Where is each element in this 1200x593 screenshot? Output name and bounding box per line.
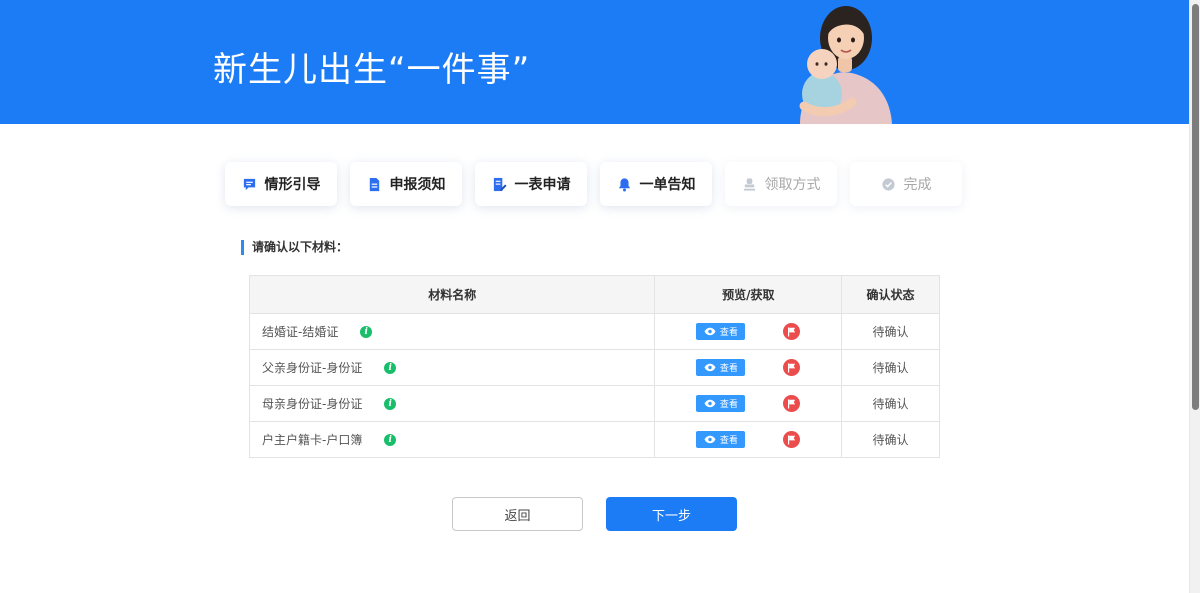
- flag-icon: [788, 435, 796, 444]
- status-cell: 待确认: [841, 421, 940, 458]
- eye-icon: [704, 435, 716, 444]
- material-name: 父亲身份证-身份证: [262, 361, 363, 375]
- view-button[interactable]: 查看: [696, 395, 746, 412]
- document-icon: [369, 177, 379, 191]
- view-label: 查看: [719, 400, 738, 410]
- info-icon[interactable]: i: [384, 397, 397, 410]
- edit-form-icon: [493, 177, 507, 191]
- check-circle-icon: [881, 177, 895, 191]
- table-row: 结婚证-结婚证 i 查看 待确认: [248, 313, 940, 350]
- preview-cell: 查看: [654, 349, 843, 386]
- status-cell: 待确认: [841, 385, 940, 422]
- preview-cell: 查看: [654, 421, 843, 458]
- table-row: 户主户籍卡-户口簿 i 查看 待确认: [248, 421, 940, 458]
- step-label: 领取方式: [764, 177, 821, 193]
- back-button[interactable]: 返回: [452, 497, 583, 531]
- stamp-icon: [743, 177, 755, 191]
- step-pickup-method[interactable]: 领取方式: [725, 162, 837, 206]
- view-button[interactable]: 查看: [696, 323, 746, 340]
- flag-button[interactable]: [783, 395, 801, 412]
- step-scenario-guide[interactable]: 情形引导: [225, 162, 337, 206]
- step-declaration-notice[interactable]: 申报须知: [350, 162, 462, 206]
- step-label: 一单告知: [639, 177, 696, 193]
- view-button[interactable]: 查看: [696, 431, 746, 448]
- step-label: 一表申请: [514, 177, 571, 193]
- table-row: 母亲身份证-身份证 i 查看 待确认: [248, 385, 940, 422]
- view-label: 查看: [719, 328, 738, 338]
- material-name: 户主户籍卡-户口簿: [262, 433, 363, 447]
- materials-table: 材料名称 预览/获取 确认状态 结婚证-结婚证 i 查看 待确认 父亲身份证-身…: [248, 275, 940, 458]
- step-label: 申报须知: [389, 177, 446, 193]
- info-icon[interactable]: i: [384, 361, 397, 374]
- chat-icon: [243, 178, 255, 190]
- status-cell: 待确认: [841, 313, 940, 350]
- page: 新生儿出生“一件事” 情形引导 申报须知 一表申请 一单告知 领取方式 完成 请…: [0, 0, 1200, 593]
- flag-icon: [788, 399, 796, 408]
- eye-icon: [704, 327, 716, 336]
- material-name-cell: 父亲身份证-身份证 i: [248, 349, 656, 386]
- flag-button[interactable]: [783, 323, 801, 340]
- eye-icon: [704, 399, 716, 408]
- header-status: 确认状态: [841, 275, 940, 314]
- flag-button[interactable]: [783, 431, 801, 448]
- section-title: 请确认以下材料：: [241, 240, 348, 255]
- info-icon[interactable]: i: [360, 325, 373, 338]
- step-form-application[interactable]: 一表申请: [475, 162, 587, 206]
- view-label: 查看: [719, 436, 738, 446]
- flag-button[interactable]: [783, 359, 801, 376]
- scrollbar-thumb[interactable]: [1192, 4, 1199, 410]
- material-name-cell: 母亲身份证-身份证 i: [248, 385, 656, 422]
- header-banner: 新生儿出生“一件事”: [0, 0, 1189, 124]
- step-complete[interactable]: 完成: [850, 162, 962, 206]
- table-header-row: 材料名称 预览/获取 确认状态: [248, 275, 940, 314]
- header-material-name: 材料名称: [248, 275, 656, 314]
- step-navigation: 情形引导 申报须知 一表申请 一单告知 领取方式 完成: [225, 162, 965, 206]
- step-notification[interactable]: 一单告知: [600, 162, 712, 206]
- view-label: 查看: [719, 364, 738, 374]
- material-name: 结婚证-结婚证: [262, 325, 339, 339]
- page-scrollbar[interactable]: [1189, 0, 1200, 593]
- view-button[interactable]: 查看: [696, 359, 746, 376]
- material-name-cell: 户主户籍卡-户口簿 i: [248, 421, 656, 458]
- info-icon[interactable]: i: [384, 433, 397, 446]
- step-label: 完成: [903, 177, 932, 193]
- bell-icon: [618, 177, 630, 191]
- status-cell: 待确认: [841, 349, 940, 386]
- table-row: 父亲身份证-身份证 i 查看 待确认: [248, 349, 940, 386]
- flag-icon: [788, 327, 796, 336]
- flag-icon: [788, 363, 796, 372]
- preview-cell: 查看: [654, 385, 843, 422]
- eye-icon: [704, 363, 716, 372]
- material-name-cell: 结婚证-结婚证 i: [248, 313, 656, 350]
- header-preview: 预览/获取: [654, 275, 843, 314]
- page-title: 新生儿出生“一件事”: [213, 50, 531, 90]
- preview-cell: 查看: [654, 313, 843, 350]
- step-label: 情形引导: [264, 177, 321, 193]
- mother-baby-illustration: [799, 6, 892, 124]
- material-name: 母亲身份证-身份证: [262, 397, 363, 411]
- next-step-button[interactable]: 下一步: [606, 497, 737, 531]
